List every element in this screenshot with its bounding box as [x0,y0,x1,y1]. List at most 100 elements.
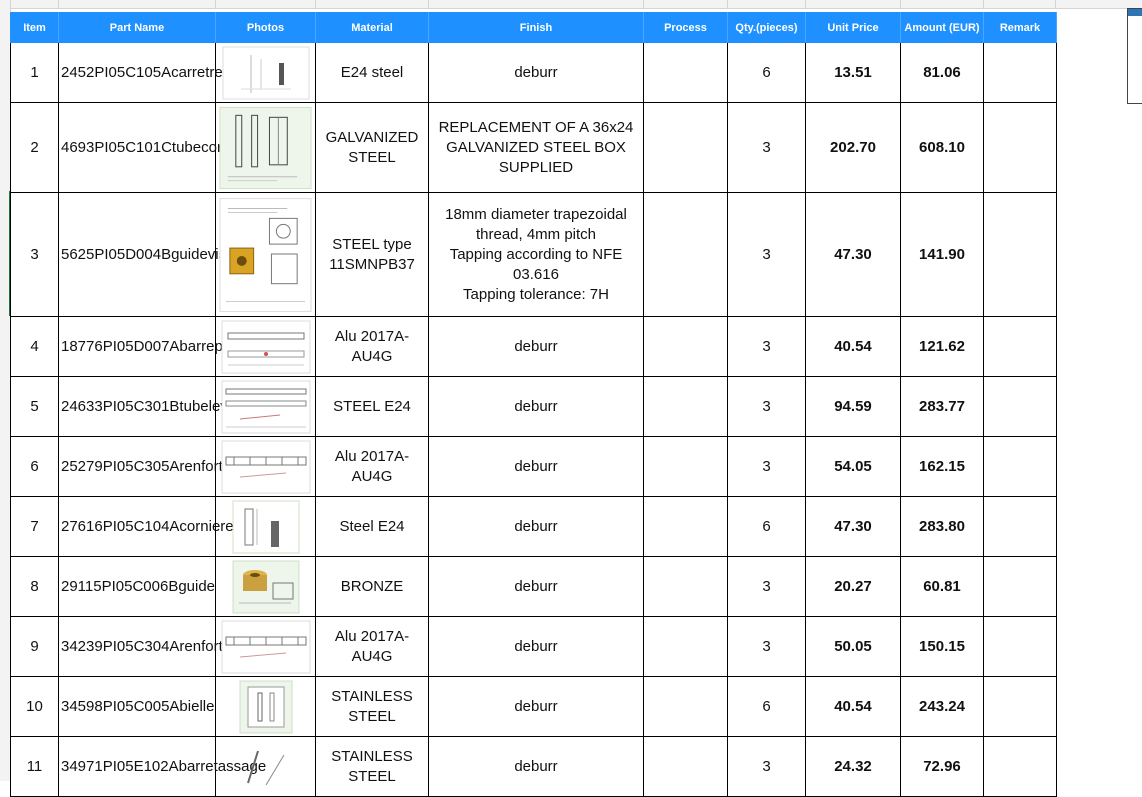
table-row[interactable]: 2 4693PI05C101Ctubecorps GALVANIZED STEEL R… [10,102,1057,193]
cell-item[interactable]: 6 [10,436,59,497]
cell-photo[interactable] [215,496,316,557]
cell-amount[interactable]: 72.96 [900,736,984,797]
cell-unit-price[interactable]: 47.30 [805,496,901,557]
cell-material[interactable]: E24 steel [315,42,429,103]
cell-item[interactable]: 8 [10,556,59,617]
cell-process[interactable] [643,556,728,617]
cell-photo[interactable] [215,556,316,617]
cell-material[interactable]: BRONZE [315,556,429,617]
cell-material[interactable]: STAINLESS STEEL [315,736,429,797]
cell-qty[interactable]: 6 [727,676,806,737]
header-finish[interactable]: Finish [428,12,644,43]
cell-unit-price[interactable]: 24.32 [805,736,901,797]
table-row[interactable]: 11 34971PI05E102Abarretassage STAINLESS ST… [10,736,1057,797]
cell-remark[interactable] [983,436,1057,497]
cell-qty[interactable]: 6 [727,496,806,557]
cell-finish[interactable]: deburr [428,736,644,797]
table-row[interactable]: 8 29115PI05C006Bguide BRONZE deburr 3 20.27 60… [10,556,1057,617]
table-row[interactable]: 6 25279PI05C305ArenfortbarreSYM Alu 2017A-… [10,436,1057,497]
cell-part-name[interactable]: 34971PI05E102Abarretassage [58,736,266,797]
cell-process[interactable] [643,436,728,497]
cell-material[interactable]: Alu 2017A-AU4G [315,616,429,677]
cell-item[interactable]: 9 [10,616,59,677]
cell-unit-price[interactable]: 40.54 [805,316,901,377]
cell-item[interactable]: 5 [10,376,59,437]
cell-remark[interactable] [983,676,1057,737]
cell-amount[interactable]: 81.06 [900,42,984,103]
header-amount[interactable]: Amount (EUR) [900,12,984,43]
cell-material[interactable]: STEEL E24 [315,376,429,437]
cell-material[interactable]: Steel E24 [315,496,429,557]
cell-unit-price[interactable]: 40.54 [805,676,901,737]
cell-qty[interactable]: 6 [727,42,806,103]
table-row[interactable]: 9 34239PI05C304Arenfortbarre Alu 2017A-AU4… [10,616,1057,677]
cell-material[interactable]: STAINLESS STEEL [315,676,429,737]
header-process[interactable]: Process [643,12,728,43]
cell-photo[interactable] [215,436,316,497]
cell-process[interactable] [643,316,728,377]
cell-finish[interactable]: deburr [428,676,644,737]
cell-qty[interactable]: 3 [727,376,806,437]
cell-process[interactable] [643,192,728,317]
cell-amount[interactable]: 608.10 [900,102,984,193]
cell-finish[interactable]: deburr [428,436,644,497]
cell-unit-price[interactable]: 202.70 [805,102,901,193]
cell-remark[interactable] [983,42,1057,103]
cell-amount[interactable]: 243.24 [900,676,984,737]
cell-remark[interactable] [983,496,1057,557]
header-part-name[interactable]: Part Name [58,12,216,43]
cell-amount[interactable]: 141.90 [900,192,984,317]
cell-process[interactable] [643,616,728,677]
cell-amount[interactable]: 60.81 [900,556,984,617]
cell-finish[interactable]: deburr [428,496,644,557]
cell-material[interactable]: Alu 2017A-AU4G [315,316,429,377]
cell-material[interactable]: Alu 2017A-AU4G [315,436,429,497]
cell-part-name[interactable]: 18776PI05D007Abarrepresseur [58,316,273,377]
cell-finish[interactable]: 18mm diameter trapezoidal thread, 4mm pi… [428,192,644,317]
cell-part-name[interactable]: 24633PI05C301Btubelevier [58,376,244,437]
cell-item[interactable]: 7 [10,496,59,557]
cell-item[interactable]: 4 [10,316,59,377]
cell-photo[interactable] [215,192,316,317]
cell-material[interactable]: STEEL type 11SMNPB37 [315,192,429,317]
cell-photo[interactable] [215,42,316,103]
cell-item[interactable]: 3 [10,192,59,317]
header-photos[interactable]: Photos [215,12,316,43]
cell-remark[interactable] [983,316,1057,377]
table-row[interactable]: 1 2452PI05C105Acarretremie E24 steel deburr… [10,42,1057,103]
cell-material[interactable]: GALVANIZED STEEL [315,102,429,193]
cell-process[interactable] [643,102,728,193]
cell-unit-price[interactable]: 54.05 [805,436,901,497]
header-material[interactable]: Material [315,12,429,43]
cell-part-name[interactable]: 29115PI05C006Bguide [58,556,216,617]
cell-amount[interactable]: 162.15 [900,436,984,497]
header-unit-price[interactable]: Unit Price [805,12,901,43]
cell-photo[interactable] [215,102,316,193]
cell-remark[interactable] [983,102,1057,193]
cell-finish[interactable]: REPLACEMENT OF A 36x24 GALVANIZED STEEL … [428,102,644,193]
cell-remark[interactable] [983,736,1057,797]
cell-item[interactable]: 11 [10,736,59,797]
table-row[interactable]: 3 5625PI05D004Bguidevis STEEL type 11SMNPB… [10,192,1057,317]
cell-part-name[interactable]: 27616PI05C104Acornieretube [58,496,263,557]
header-qty[interactable]: Qty.(pieces) [727,12,806,43]
cell-photo[interactable] [215,676,316,737]
cell-unit-price[interactable]: 50.05 [805,616,901,677]
cell-remark[interactable] [983,616,1057,677]
cell-remark[interactable] [983,556,1057,617]
cell-unit-price[interactable]: 94.59 [805,376,901,437]
cell-unit-price[interactable]: 20.27 [805,556,901,617]
cell-part-name[interactable]: 34598PI05C005Abielle [58,676,216,737]
cell-qty[interactable]: 3 [727,736,806,797]
cell-part-name[interactable]: 25279PI05C305ArenfortbarreSYM [58,436,290,497]
cell-part-name[interactable]: 4693PI05C101Ctubecorps [58,102,238,193]
cell-amount[interactable]: 283.77 [900,376,984,437]
table-row[interactable]: 7 27616PI05C104Acornieretube Steel E24 debu… [10,496,1057,557]
cell-finish[interactable]: deburr [428,316,644,377]
cell-qty[interactable]: 3 [727,436,806,497]
cell-amount[interactable]: 150.15 [900,616,984,677]
cell-item[interactable]: 2 [10,102,59,193]
cell-part-name[interactable]: 2452PI05C105Acarretremie [58,42,247,103]
cell-item[interactable]: 1 [10,42,59,103]
cell-finish[interactable]: deburr [428,616,644,677]
